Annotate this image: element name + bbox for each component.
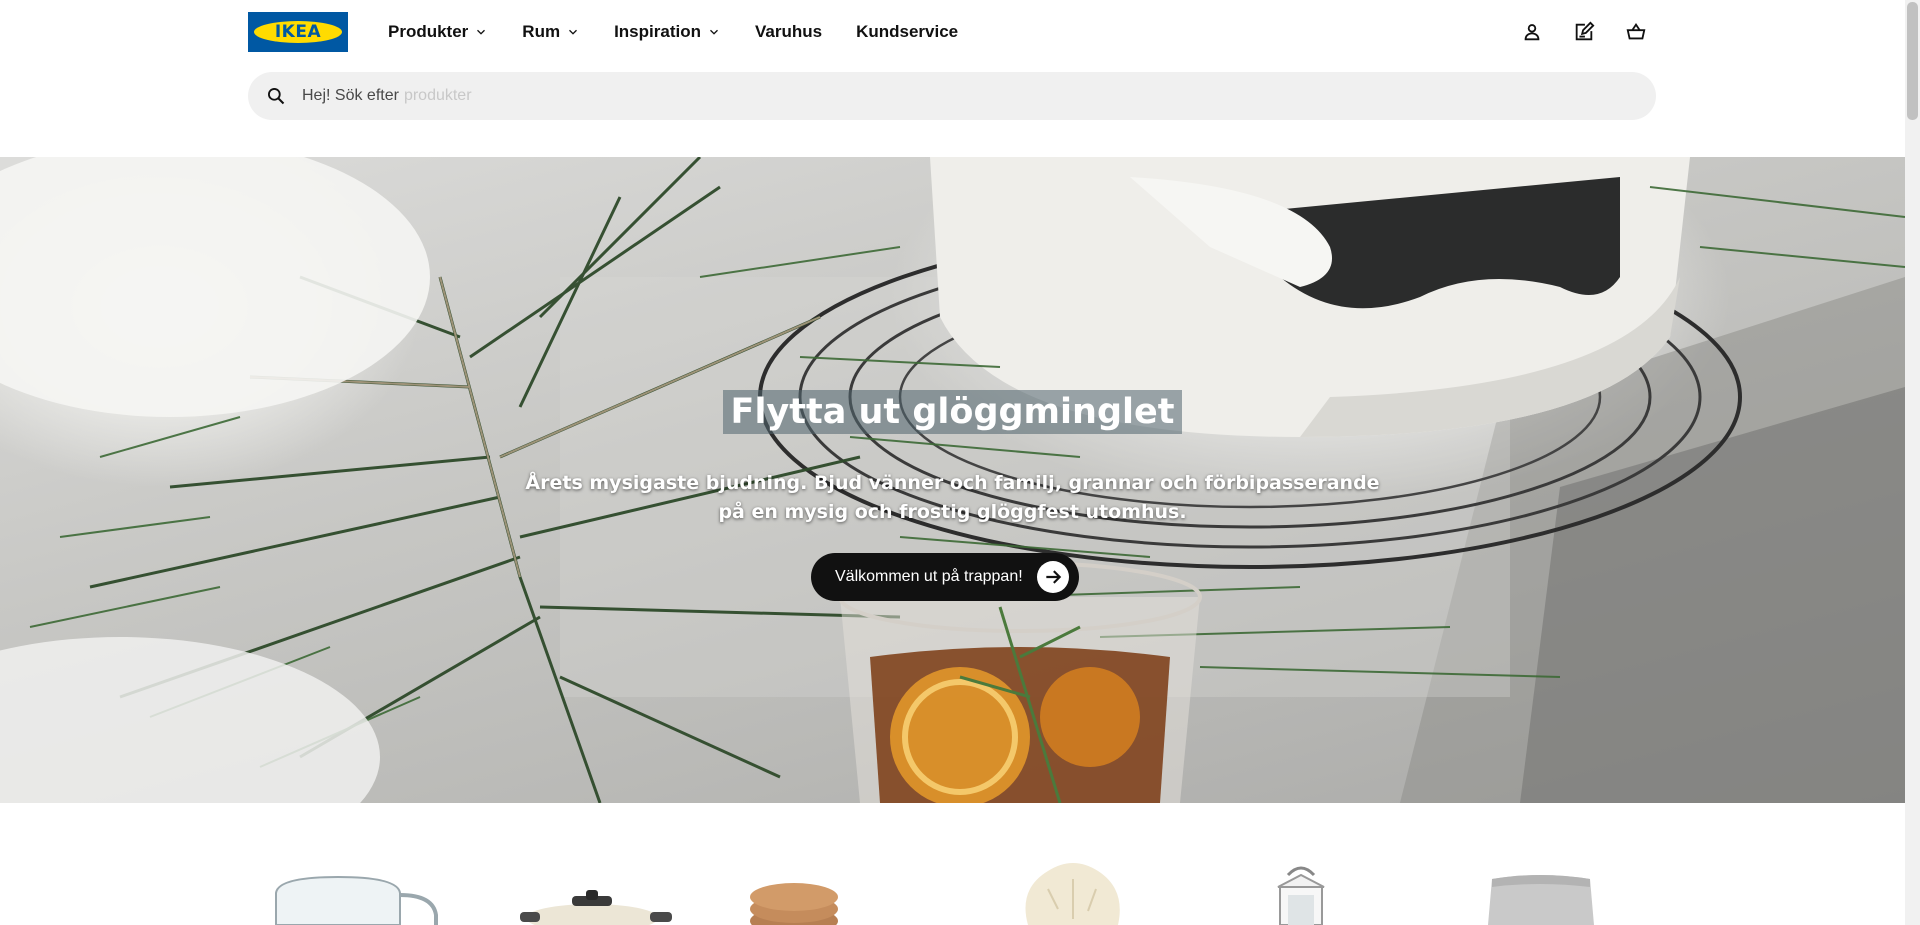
throw-blanket-image[interactable] bbox=[1480, 869, 1600, 925]
hero-description: Årets mysigaste bjudning. Bjud vänner oc… bbox=[525, 472, 1380, 523]
pot-image[interactable] bbox=[520, 888, 680, 925]
chevron-down-icon bbox=[569, 29, 578, 35]
hero-cta-button[interactable]: Välkommen ut på trappan! bbox=[811, 553, 1079, 601]
product-row bbox=[0, 803, 1905, 925]
main-nav: Produkter Rum Inspiration Varuhus Kundse… bbox=[388, 16, 992, 48]
hero-banner[interactable]: Flytta ut glöggminglet Årets mysigaste b… bbox=[0, 157, 1905, 803]
search-bar[interactable]: Hej! Sök efter produkter bbox=[248, 72, 1656, 120]
header-actions bbox=[1512, 16, 1668, 48]
cart-button[interactable] bbox=[1616, 16, 1656, 48]
nav-item-label: Varuhus bbox=[754, 22, 823, 41]
shopping-list-icon bbox=[1575, 21, 1595, 41]
search-icon bbox=[268, 88, 285, 105]
logo-oval: IKEA bbox=[254, 21, 342, 43]
glass-mug-image[interactable] bbox=[268, 873, 448, 925]
page-scrollbar[interactable] bbox=[1905, 0, 1920, 925]
arrow-right-icon bbox=[1036, 561, 1069, 593]
chevron-down-icon bbox=[477, 29, 486, 35]
hero-cta-label: Välkommen ut på trappan! bbox=[835, 568, 1023, 585]
search-placeholder: produkter bbox=[403, 87, 472, 104]
site-header: IKEA Produkter Rum Inspiration Varuhus K… bbox=[0, 0, 1905, 156]
scrollbar-thumb[interactable] bbox=[1907, 2, 1918, 120]
nav-item-rum[interactable]: Rum bbox=[522, 22, 580, 42]
search-label: Hej! Sök efter bbox=[302, 87, 399, 104]
shopping-list-button[interactable] bbox=[1564, 16, 1604, 48]
hero-title: Flytta ut glöggminglet bbox=[0, 390, 1905, 434]
lantern-image[interactable] bbox=[1256, 861, 1346, 925]
account-button[interactable] bbox=[1512, 16, 1552, 48]
cork-coasters-image[interactable] bbox=[746, 881, 846, 925]
nav-item-varuhus[interactable]: Varuhus bbox=[755, 22, 822, 42]
sheepskin-image[interactable] bbox=[1018, 859, 1128, 925]
ikea-logo[interactable]: IKEA bbox=[248, 12, 348, 52]
nav-item-label: Kundservice bbox=[856, 22, 959, 41]
cart-icon bbox=[1626, 23, 1646, 40]
user-icon bbox=[1524, 24, 1540, 41]
nav-item-label: Rum bbox=[522, 22, 561, 41]
logo-text: IKEA bbox=[274, 22, 322, 42]
nav-item-inspiration[interactable]: Inspiration bbox=[614, 22, 721, 42]
nav-item-label: Produkter bbox=[388, 22, 469, 41]
chevron-down-icon bbox=[710, 29, 718, 35]
nav-item-label: Inspiration bbox=[614, 22, 701, 41]
nav-item-produkter[interactable]: Produkter bbox=[388, 22, 488, 42]
nav-item-kundservice[interactable]: Kundservice bbox=[856, 22, 958, 42]
